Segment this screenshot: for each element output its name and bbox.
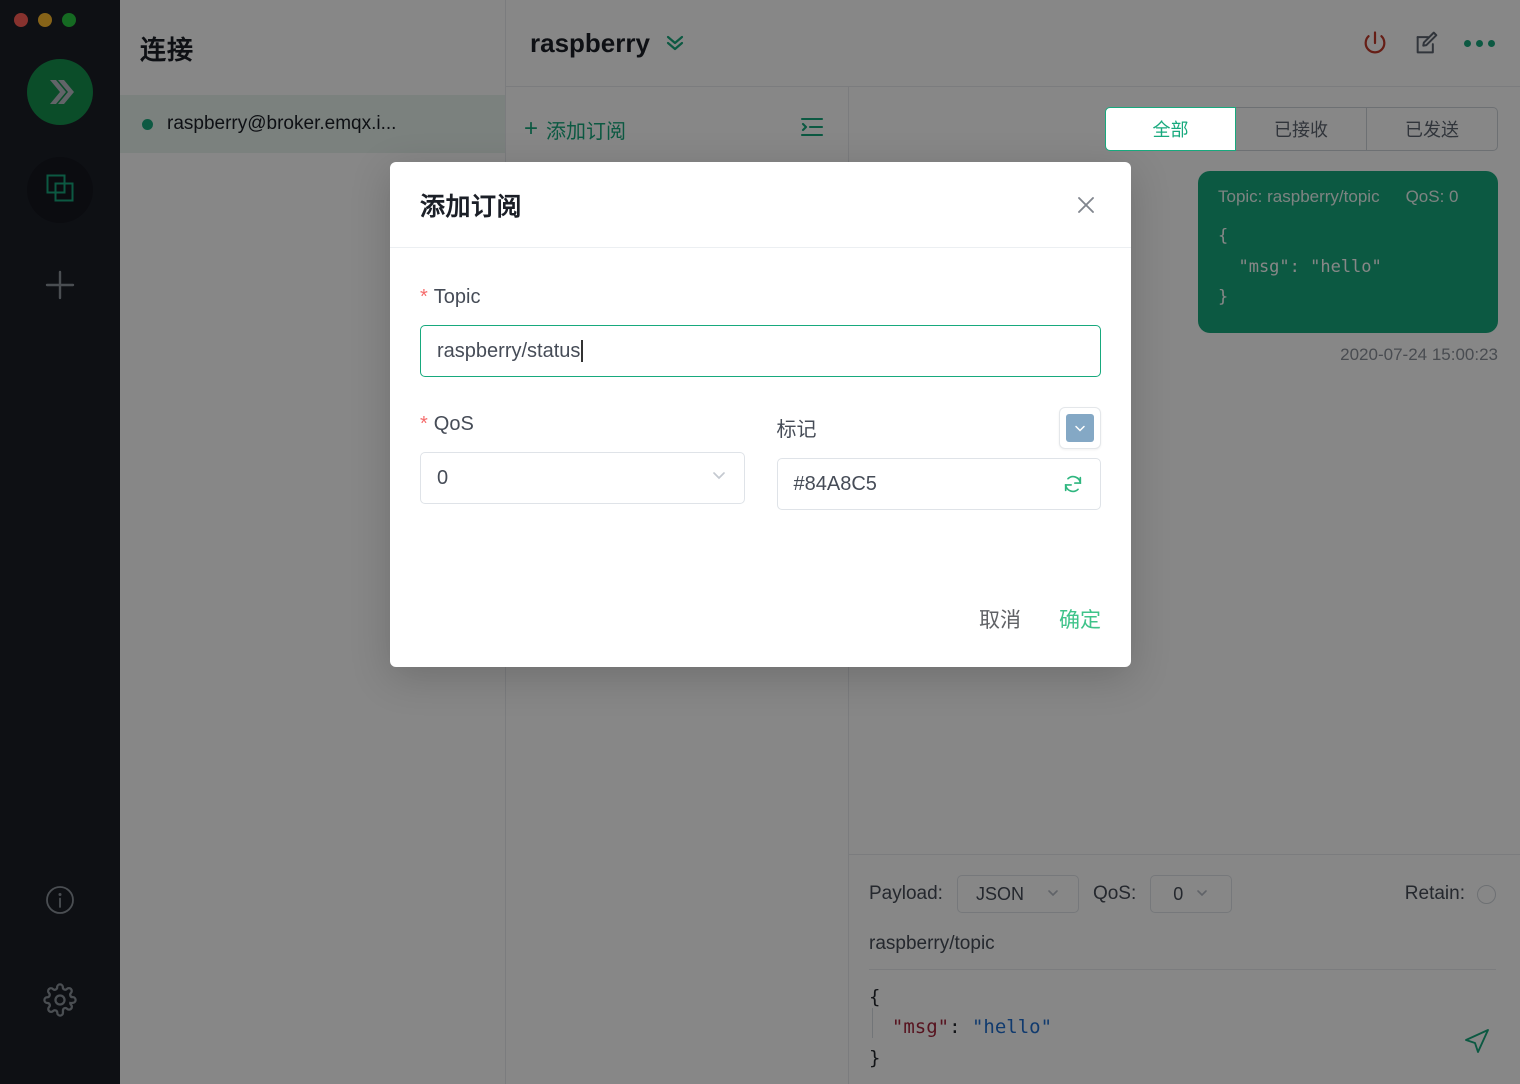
dialog-header: 添加订阅 xyxy=(390,162,1131,248)
topic-input[interactable]: raspberry/status xyxy=(420,325,1101,377)
color-input[interactable]: #84A8C5 xyxy=(777,458,1102,510)
topic-input-value: raspberry/status xyxy=(437,340,580,363)
qos-select-value: 0 xyxy=(437,467,710,490)
dialog-title: 添加订阅 xyxy=(420,187,522,223)
qos-field: * QoS 0 xyxy=(420,413,745,510)
color-field-label: 标记 xyxy=(777,413,1102,442)
dialog-footer: 取消 确定 xyxy=(390,571,1131,667)
mqttx-window: 连接 raspberry@broker.emqx.i... raspberry xyxy=(0,0,1520,1084)
qos-label-text: QoS xyxy=(434,413,474,436)
topic-label-text: Topic xyxy=(434,286,481,309)
dialog-body: * Topic raspberry/status * QoS 0 xyxy=(390,248,1131,571)
filter-all-button[interactable]: 全部 xyxy=(1105,107,1236,151)
add-subscription-dialog: 添加订阅 * Topic raspberry/status * QoS xyxy=(390,162,1131,667)
confirm-button[interactable]: 确定 xyxy=(1059,604,1101,634)
color-field: 标记 #84A8C5 xyxy=(777,413,1102,510)
required-mark: * xyxy=(420,414,428,434)
qos-select[interactable]: 0 xyxy=(420,452,745,504)
chevron-down-icon xyxy=(710,466,728,490)
text-cursor xyxy=(581,340,583,362)
qos-color-row: * QoS 0 标记 xyxy=(420,413,1101,510)
color-swatch xyxy=(1066,414,1094,442)
topic-field-label: * Topic xyxy=(420,286,1101,309)
refresh-icon[interactable] xyxy=(1062,473,1084,495)
color-label-text: 标记 xyxy=(777,413,817,442)
color-input-value: #84A8C5 xyxy=(794,473,1063,496)
cancel-button[interactable]: 取消 xyxy=(979,604,1021,634)
qos-field-label: * QoS xyxy=(420,413,745,436)
color-picker-button[interactable] xyxy=(1059,407,1101,449)
close-icon[interactable] xyxy=(1069,188,1103,222)
required-mark: * xyxy=(420,287,428,307)
